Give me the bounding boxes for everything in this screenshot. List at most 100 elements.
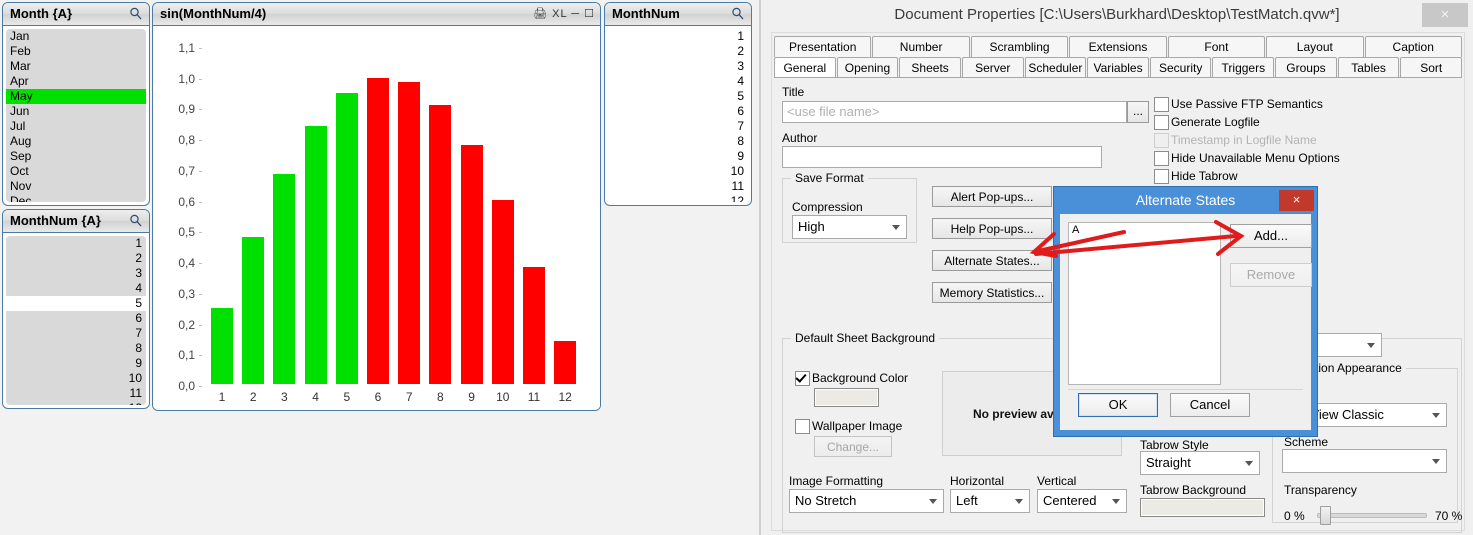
- maximize-icon[interactable]: ☐: [584, 8, 595, 20]
- chart-bar[interactable]: [211, 308, 233, 384]
- chart-caption[interactable]: sin(MonthNum/4) 🖨 XL ─ ☐: [153, 3, 600, 26]
- compression-dropdown[interactable]: High: [792, 215, 907, 239]
- list-item[interactable]: Nov: [6, 179, 146, 194]
- list-item[interactable]: 4: [6, 281, 146, 296]
- list-item[interactable]: 2: [608, 44, 748, 59]
- wallpaper-image-checkbox[interactable]: Wallpaper Image: [795, 419, 902, 434]
- memory-statistics-button[interactable]: Memory Statistics...: [932, 282, 1052, 303]
- list-item[interactable]: 6: [608, 104, 748, 119]
- chart-bar[interactable]: [304, 125, 327, 384]
- tab-groups[interactable]: Groups: [1275, 57, 1337, 78]
- minimize-icon[interactable]: ─: [571, 8, 580, 20]
- list-item[interactable]: Jun: [6, 104, 146, 119]
- tab-sort[interactable]: Sort: [1400, 57, 1463, 78]
- listbox-month-body[interactable]: Jan Feb Mar Apr May Jun Jul Aug Sep Oct Nov Dec: [3, 26, 149, 205]
- list-item[interactable]: Feb: [6, 44, 146, 59]
- list-item[interactable]: 7: [6, 326, 146, 341]
- tabrow-style-dropdown[interactable]: Straight: [1140, 451, 1260, 475]
- list-item[interactable]: 12: [608, 194, 748, 202]
- checkbox-use-passive-ftp-semantics[interactable]: Use Passive FTP Semantics: [1154, 97, 1323, 112]
- listbox-monthnum-a-caption[interactable]: MonthNum {A}: [3, 210, 149, 233]
- export-to-excel-icon[interactable]: XL: [552, 8, 567, 20]
- chart-bar[interactable]: [335, 92, 358, 384]
- cancel-button[interactable]: Cancel: [1170, 393, 1250, 417]
- chart-bar[interactable]: [554, 340, 577, 384]
- chart-caption-icons[interactable]: 🖨 XL ─ ☐: [533, 3, 595, 25]
- list-item[interactable]: 2: [6, 251, 146, 266]
- list-item[interactable]: Mar: [6, 59, 146, 74]
- list-item[interactable]: Apr: [6, 74, 146, 89]
- listbox-monthnum-a-list[interactable]: 123456789101112: [6, 236, 146, 405]
- list-item[interactable]: 4: [608, 74, 748, 89]
- listbox-monthnum-caption[interactable]: MonthNum: [605, 3, 751, 26]
- scheme-dropdown[interactable]: [1282, 449, 1447, 473]
- list-item[interactable]: 3: [6, 266, 146, 281]
- vertical-dropdown[interactable]: Centered: [1037, 489, 1127, 513]
- list-item[interactable]: Sep: [6, 149, 146, 164]
- list-item[interactable]: 8: [608, 134, 748, 149]
- list-item[interactable]: Aug: [6, 134, 146, 149]
- list-item[interactable]: May: [6, 89, 146, 104]
- close-icon[interactable]: ×: [1279, 190, 1314, 211]
- list-item[interactable]: 12: [6, 401, 146, 405]
- list-item[interactable]: Jan: [6, 29, 146, 44]
- listbox-month[interactable]: Month {A} Jan Feb Mar Apr May Jun Jul Aug Sep Oct…: [2, 2, 150, 206]
- author-input[interactable]: [782, 146, 1102, 168]
- list-item[interactable]: A: [1069, 223, 1220, 237]
- list-item[interactable]: 1: [6, 236, 146, 251]
- transparency-slider-knob[interactable]: [1320, 506, 1331, 525]
- tab-tables[interactable]: Tables: [1337, 57, 1400, 78]
- tab-row-primary[interactable]: General Opening Sheets Server Scheduler Varia…: [774, 57, 1463, 78]
- help-popups-button[interactable]: Help Pop-ups...: [932, 218, 1052, 239]
- chart-bar[interactable]: [273, 174, 296, 384]
- listbox-monthnum-a-body[interactable]: 123456789101112: [3, 233, 149, 408]
- checkbox-hide-unavailable-menu-options[interactable]: Hide Unavailable Menu Options: [1154, 151, 1340, 166]
- list-item[interactable]: Jul: [6, 119, 146, 134]
- chart-bar[interactable]: [460, 144, 483, 384]
- tabrow-background-swatch[interactable]: [1140, 498, 1265, 517]
- chart-bar[interactable]: [242, 236, 265, 384]
- list-item[interactable]: 8: [6, 341, 146, 356]
- tab-layout[interactable]: Layout: [1266, 36, 1364, 57]
- listbox-monthnum-state-a[interactable]: MonthNum {A} 123456789101112: [2, 209, 150, 409]
- alert-popups-button[interactable]: Alert Pop-ups...: [932, 186, 1052, 207]
- list-item[interactable]: 5: [6, 296, 146, 311]
- add-state-button[interactable]: Add...: [1230, 224, 1312, 248]
- list-item[interactable]: Dec: [6, 194, 146, 202]
- list-item[interactable]: Oct: [6, 164, 146, 179]
- search-icon[interactable]: [731, 6, 745, 22]
- background-color-swatch[interactable]: [814, 388, 879, 407]
- list-item[interactable]: 3: [608, 59, 748, 74]
- alternate-states-button[interactable]: Alternate States...: [932, 250, 1052, 271]
- checkbox-hide-tabrow[interactable]: Hide Tabrow: [1154, 169, 1237, 184]
- ok-button[interactable]: OK: [1078, 393, 1158, 417]
- search-icon[interactable]: [129, 6, 143, 22]
- listbox-monthnum[interactable]: MonthNum 1 2 3 4 5 6 7 8 9 10 11 12: [604, 2, 752, 206]
- tab-scrambling[interactable]: Scrambling: [970, 36, 1069, 57]
- tab-scheduler[interactable]: Scheduler: [1024, 57, 1087, 78]
- alternate-states-list[interactable]: A: [1068, 222, 1221, 385]
- listbox-monthnum-list[interactable]: 1 2 3 4 5 6 7 8 9 10 11 12: [608, 29, 748, 202]
- tab-number[interactable]: Number: [872, 36, 970, 57]
- chart-sin-monthnum[interactable]: sin(MonthNum/4) 🖨 XL ─ ☐ 0,0 0,1 0,2 0,3 0,4…: [152, 2, 601, 411]
- list-item[interactable]: 9: [6, 356, 146, 371]
- chart-bar[interactable]: [367, 77, 389, 384]
- transparency-slider-track[interactable]: [1317, 513, 1427, 518]
- close-icon[interactable]: ×: [1422, 3, 1468, 27]
- list-item[interactable]: 1: [608, 29, 748, 44]
- list-item[interactable]: 11: [6, 386, 146, 401]
- tab-extensions[interactable]: Extensions: [1069, 36, 1167, 57]
- tab-variables[interactable]: Variables: [1087, 57, 1149, 78]
- list-item[interactable]: 10: [6, 371, 146, 386]
- chart-bar[interactable]: [429, 104, 452, 384]
- list-item[interactable]: 9: [608, 149, 748, 164]
- listbox-month-caption[interactable]: Month {A}: [3, 3, 149, 26]
- print-icon[interactable]: 🖨: [533, 8, 548, 20]
- tab-opening[interactable]: Opening: [836, 57, 899, 78]
- tab-security[interactable]: Security: [1149, 57, 1212, 78]
- image-formatting-dropdown[interactable]: No Stretch: [789, 489, 944, 513]
- tab-caption[interactable]: Caption: [1364, 36, 1462, 57]
- chart-plot-area[interactable]: 0,0 0,1 0,2 0,3 0,4 0,5 0,6 0,7 0,8 0,9 1,0 1,1 1 2 3 4…: [153, 26, 600, 410]
- search-icon[interactable]: [129, 213, 143, 229]
- tab-general[interactable]: General: [774, 57, 836, 78]
